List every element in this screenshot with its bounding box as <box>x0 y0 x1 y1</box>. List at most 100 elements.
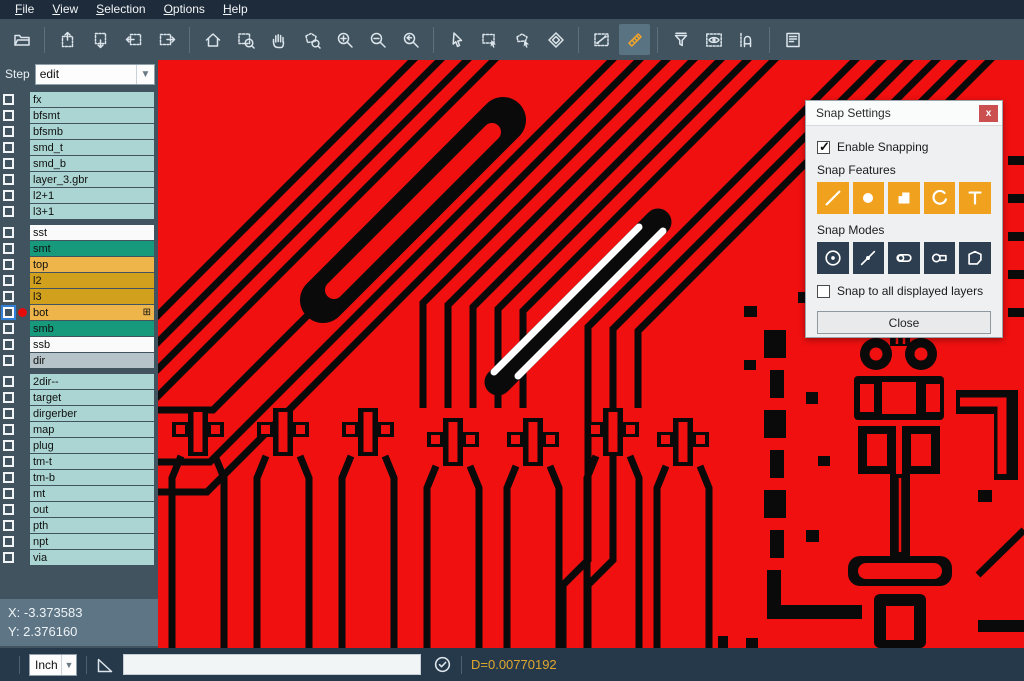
layer-checkbox[interactable] <box>3 259 14 270</box>
layer-checkbox[interactable] <box>3 110 14 121</box>
layer-grid-icon[interactable]: ⊞ <box>143 307 154 318</box>
snap-mode-slot-right-button[interactable] <box>924 242 956 274</box>
snap-settings-button[interactable] <box>731 24 762 55</box>
layer-checkbox[interactable] <box>3 424 14 435</box>
layer-checkbox[interactable] <box>3 504 14 515</box>
dialog-title-bar[interactable]: Snap Settings x <box>806 101 1002 126</box>
layer-label[interactable]: 2dir-- <box>30 374 154 389</box>
layer-label[interactable]: smt <box>30 241 154 256</box>
filter-button[interactable] <box>665 24 696 55</box>
layer-label[interactable]: bfsmb <box>30 124 154 139</box>
measure-ruler-button[interactable] <box>619 24 650 55</box>
layer-checkbox[interactable] <box>3 227 14 238</box>
snap-feature-pad-button[interactable] <box>853 182 885 214</box>
all-layers-checkbox[interactable] <box>817 285 830 298</box>
layer-label[interactable]: l3 <box>30 289 154 304</box>
layer-label[interactable]: fx <box>30 92 154 107</box>
layer-label[interactable]: pth <box>30 518 154 533</box>
layer-checkbox[interactable] <box>3 355 14 366</box>
layer-checkbox[interactable] <box>3 520 14 531</box>
snap-mode-slot-left-button[interactable] <box>888 242 920 274</box>
layer-checkbox[interactable] <box>3 552 14 563</box>
layer-label[interactable]: smd_t <box>30 140 154 155</box>
layer-label[interactable]: mt <box>30 486 154 501</box>
open-file-button[interactable] <box>6 24 37 55</box>
layer-label[interactable]: npt <box>30 534 154 549</box>
zoom-previous-button[interactable] <box>395 24 426 55</box>
snap-mode-center-button[interactable] <box>817 242 849 274</box>
layer-checkbox[interactable] <box>3 488 14 499</box>
layer-checkbox[interactable] <box>3 206 14 217</box>
enable-snapping-checkbox[interactable] <box>817 141 830 154</box>
layer-checkbox[interactable] <box>3 158 14 169</box>
menu-item-help[interactable]: Help <box>214 0 257 19</box>
layer-label[interactable]: dirgerber <box>30 406 154 421</box>
layer-checkbox[interactable] <box>3 307 14 318</box>
layer-label[interactable]: sst <box>30 225 154 240</box>
layer-checkbox[interactable] <box>3 190 14 201</box>
layer-label[interactable]: bfsmt <box>30 108 154 123</box>
layer-checkbox[interactable] <box>3 408 14 419</box>
step-select[interactable]: edit ▼ <box>35 64 155 85</box>
layer-checkbox[interactable] <box>3 392 14 403</box>
menu-item-selection[interactable]: Selection <box>87 0 154 19</box>
move-right-button[interactable] <box>151 24 182 55</box>
layer-label[interactable]: tm-t <box>30 454 154 469</box>
zoom-window-button[interactable] <box>230 24 261 55</box>
layer-label[interactable]: out <box>30 502 154 517</box>
menu-item-options[interactable]: Options <box>155 0 214 19</box>
zoom-in-button[interactable] <box>329 24 360 55</box>
layer-label[interactable]: layer_3.gbr <box>30 172 154 187</box>
layer-checkbox[interactable] <box>3 440 14 451</box>
layer-checkbox[interactable] <box>3 323 14 334</box>
snap-mode-midpoint-button[interactable] <box>853 242 885 274</box>
snap-feature-text-button[interactable] <box>959 182 991 214</box>
layer-label[interactable]: dir <box>30 353 154 368</box>
layer-checkbox[interactable] <box>3 376 14 387</box>
layer-label[interactable]: top <box>30 257 154 272</box>
report-button[interactable] <box>777 24 808 55</box>
measure-line-button[interactable] <box>586 24 617 55</box>
layer-checkbox[interactable] <box>3 456 14 467</box>
layer-label[interactable]: bot⊞ <box>30 305 154 320</box>
pan-button[interactable] <box>263 24 294 55</box>
snap-feature-surface-button[interactable] <box>888 182 920 214</box>
menu-item-view[interactable]: View <box>43 0 87 19</box>
show-view-button[interactable] <box>698 24 729 55</box>
layer-label[interactable]: smd_b <box>30 156 154 171</box>
layer-checkbox[interactable] <box>3 126 14 137</box>
zoom-out-button[interactable] <box>362 24 393 55</box>
move-left-button[interactable] <box>118 24 149 55</box>
layer-label[interactable]: ssb <box>30 337 154 352</box>
apply-button[interactable] <box>433 655 452 674</box>
snap-feature-line-button[interactable] <box>817 182 849 214</box>
dialog-close-icon[interactable]: x <box>979 105 998 122</box>
zoom-polygon-button[interactable] <box>296 24 327 55</box>
angle-tool-button[interactable] <box>96 656 114 674</box>
layer-checkbox[interactable] <box>3 536 14 547</box>
close-button[interactable]: Close <box>817 311 991 334</box>
layer-label[interactable]: map <box>30 422 154 437</box>
layer-checkbox[interactable] <box>3 94 14 105</box>
layer-checkbox[interactable] <box>3 243 14 254</box>
snap-feature-arc-button[interactable] <box>924 182 956 214</box>
layer-label[interactable]: target <box>30 390 154 405</box>
move-down-button[interactable] <box>85 24 116 55</box>
select-cursor-button[interactable] <box>441 24 472 55</box>
layer-checkbox[interactable] <box>3 291 14 302</box>
select-rectangle-button[interactable] <box>474 24 505 55</box>
layer-label[interactable]: plug <box>30 438 154 453</box>
snap-mode-contour-button[interactable] <box>959 242 991 274</box>
layer-label[interactable]: l3+1 <box>30 204 154 219</box>
clean-button[interactable] <box>540 24 571 55</box>
layer-label[interactable]: l2+1 <box>30 188 154 203</box>
layer-checkbox[interactable] <box>3 174 14 185</box>
layer-label[interactable]: tm-b <box>30 470 154 485</box>
layer-label[interactable]: smb <box>30 321 154 336</box>
unit-select[interactable]: Inch ▼ <box>29 654 77 676</box>
layer-checkbox[interactable] <box>3 472 14 483</box>
layer-checkbox[interactable] <box>3 275 14 286</box>
layer-checkbox[interactable] <box>3 339 14 350</box>
command-input[interactable] <box>123 654 421 675</box>
layer-label[interactable]: l2 <box>30 273 154 288</box>
